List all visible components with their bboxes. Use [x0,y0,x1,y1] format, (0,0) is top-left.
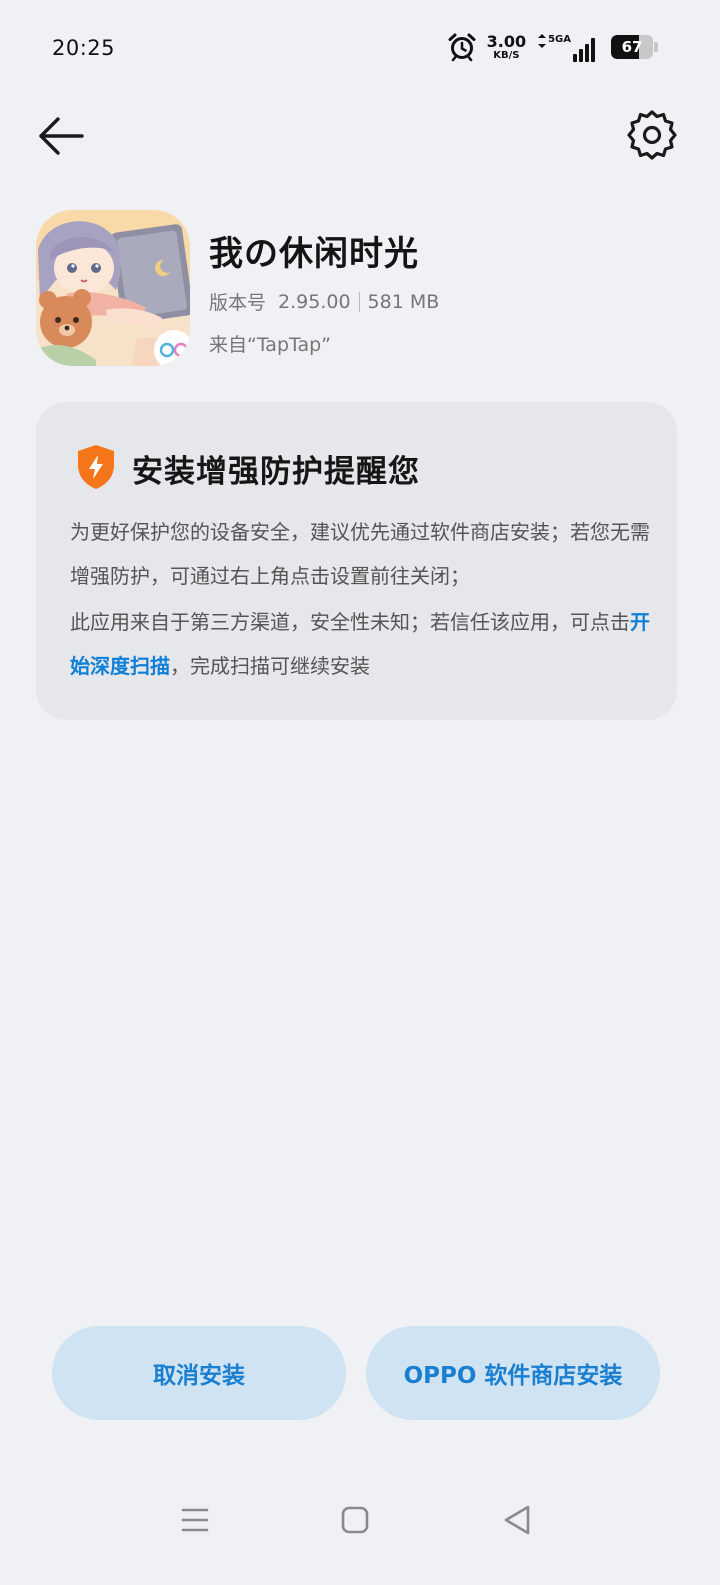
app-source: 来自“TapTap” [209,334,332,356]
menu-icon[interactable] [180,1505,210,1535]
settings-gear-icon[interactable] [626,109,678,161]
battery-icon: 67 [611,35,653,59]
battery-level: 67 [621,38,643,56]
status-time: 20:25 [52,36,116,60]
signal-bars-icon [573,38,595,62]
back-button[interactable] [34,112,88,160]
warning-paragraph-2: 此应用来自于第三方渠道，安全性未知；若信任该应用，可点击开始深度扫描，完成扫描可… [70,600,650,688]
app-size: 581 MB [367,290,440,313]
cellular-signal: 5GA [538,32,595,62]
protection-warning-card: 安装增强防护提醒您 为更好保护您的设备安全，建议优先通过软件商店安装；若您无需增… [36,402,677,720]
home-square-icon[interactable] [341,1506,369,1534]
network-speed-unit: KB/S [493,49,520,61]
battery-indicator: 67 [611,35,658,59]
version-number: 2.95.00 [278,290,351,313]
meta-divider [358,291,360,312]
alarm-clock-icon [448,33,476,62]
warning-title: 安装增强防护提醒您 [132,454,420,490]
battery-tip [654,42,658,52]
app-version-size: 版本号 2.95.00 581 MB [209,288,439,315]
warning-paragraph-1: 为更好保护您的设备安全，建议优先通过软件商店安装；若您无需增强防护，可通过右上角… [70,520,650,588]
network-speed-value: 3.00 [486,31,527,51]
app-icon [36,210,190,366]
status-indicators: 3.00 KB/S 5GA 67 [447,30,658,64]
back-triangle-icon[interactable] [502,1504,532,1536]
shield-lightning-icon [78,445,114,489]
network-speed: 3.00 KB/S [486,31,527,61]
status-bar: 20:25 3.00 KB/S 5GA 67 [0,28,720,68]
warning-paragraph-2-suffix: ，完成扫描可继续安装 [170,654,370,678]
store-install-button[interactable]: OPPO 软件商店安装 [366,1326,660,1420]
cancel-install-button[interactable]: 取消安装 [52,1326,346,1420]
warning-paragraph-2-prefix: 此应用来自于第三方渠道，安全性未知；若信任该应用，可点击 [70,610,630,634]
data-arrows-icon [538,34,547,48]
version-label: 版本号 [209,292,267,314]
app-name: 我の休闲时光 [209,234,419,274]
network-type-label: 5GA [548,34,571,45]
